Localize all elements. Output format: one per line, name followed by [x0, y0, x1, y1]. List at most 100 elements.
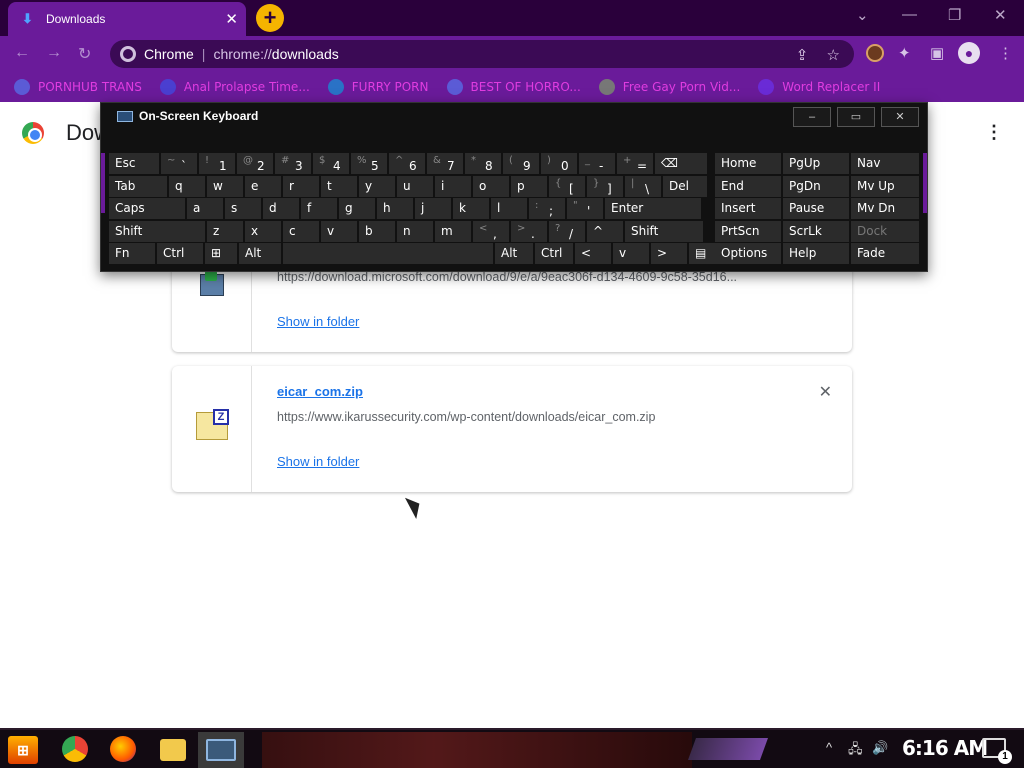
osk-key[interactable]: ~ ` — [161, 153, 197, 174]
osk-key[interactable]: c — [283, 220, 319, 242]
osk-key[interactable]: p — [511, 175, 547, 197]
osk-key[interactable]: Ctrl — [157, 243, 203, 264]
osk-key[interactable]: z — [207, 220, 243, 242]
bookmark-item[interactable]: Word Replacer II — [758, 79, 880, 95]
reload-icon[interactable]: ↻ — [78, 44, 91, 64]
osk-key[interactable]: @2 — [237, 153, 273, 174]
clock[interactable]: 6:16 AM — [902, 736, 988, 760]
osk-key[interactable]: >. — [511, 220, 547, 242]
start-button[interactable]: ⊞ — [8, 736, 38, 764]
osk-key[interactable]: $4 — [313, 153, 349, 174]
osk-key[interactable]: ^ — [587, 220, 623, 242]
osk-key[interactable]: e — [245, 175, 281, 197]
osk-key[interactable]: Fn — [109, 243, 155, 264]
osk-key[interactable]: ? / — [549, 220, 585, 242]
osk-key[interactable]: ^ 6 — [389, 153, 425, 174]
osk-key[interactable]: d — [263, 198, 299, 219]
osk-key[interactable]: Del — [663, 175, 707, 197]
osk-key[interactable]: m — [435, 220, 471, 242]
osk-key[interactable]: r — [283, 175, 319, 197]
osk-key[interactable]: :; — [529, 198, 565, 219]
bookmark-item[interactable]: Free Gay Porn Vid... — [598, 79, 740, 95]
osk-key[interactable]: Enter — [605, 198, 701, 219]
osk-key[interactable]: v — [321, 220, 357, 242]
osk-key[interactable]: k — [453, 198, 489, 219]
osk-key[interactable]: Caps — [109, 198, 185, 219]
osk-key[interactable]: h — [377, 198, 413, 219]
osk-key[interactable]: > — [651, 243, 687, 264]
extensions-puzzle-icon[interactable]: ✦ — [898, 44, 911, 62]
osk-key[interactable]: #3 — [275, 153, 311, 174]
osk-key[interactable]: t — [321, 175, 357, 197]
firefox-taskbar-icon[interactable] — [110, 736, 136, 762]
osk-nav-key[interactable]: Mv Dn — [851, 198, 919, 219]
close-window-icon[interactable]: ✕ — [994, 6, 1007, 24]
osk-nav-key[interactable]: Help — [783, 243, 849, 264]
osk-key[interactable]: j — [415, 198, 451, 219]
osk-key[interactable]: }] — [587, 175, 623, 197]
osk-key[interactable]: (9 — [503, 153, 539, 174]
osk-nav-key[interactable]: Insert — [715, 198, 781, 219]
show-in-folder-link[interactable]: Show in folder — [277, 314, 359, 329]
share-icon[interactable]: ⇪ — [796, 47, 809, 64]
osk-nav-key[interactable]: Mv Up — [851, 175, 919, 197]
minimize-icon[interactable]: — — [902, 6, 917, 23]
osk-key[interactable]: Shift — [109, 220, 205, 242]
profile-icon[interactable]: ● — [958, 42, 980, 64]
notification-icon[interactable]: 1 — [982, 738, 1012, 764]
osk-key[interactable]: ⌫ — [655, 153, 707, 174]
chrome-taskbar-icon[interactable] — [62, 736, 88, 762]
osk-key[interactable]: i — [435, 175, 471, 197]
tab-downloads[interactable]: ⬇ Downloads ✕ — [8, 2, 246, 36]
bookmark-item[interactable]: Anal Prolapse Time... — [159, 79, 310, 95]
osk-key[interactable]: + = — [617, 153, 653, 174]
volume-icon[interactable]: 🔊 — [872, 740, 888, 756]
osk-nav-key[interactable]: Home — [715, 153, 781, 174]
bookmark-item[interactable]: BEST OF HORRO... — [446, 79, 581, 95]
osk-key[interactable]: " ' — [567, 198, 603, 219]
osk-key[interactable]: {[ — [549, 175, 585, 197]
osk-nav-key[interactable]: Fade — [851, 243, 919, 264]
osk-key[interactable]: x — [245, 220, 281, 242]
tray-chevron-icon[interactable]: ^ — [826, 740, 832, 755]
file-explorer-taskbar-icon[interactable] — [160, 739, 186, 761]
osk-key[interactable]: ) 0 — [541, 153, 577, 174]
tab-search-icon[interactable]: ⌄ — [856, 6, 869, 24]
osk-taskbar-icon[interactable] — [206, 739, 236, 761]
osk-nav-key[interactable]: PrtScn — [715, 220, 781, 242]
back-icon[interactable]: ← — [14, 44, 30, 62]
extension-avatar-icon[interactable] — [866, 44, 884, 62]
osk-key[interactable]: w — [207, 175, 243, 197]
bookmark-star-icon[interactable]: ☆ — [827, 47, 840, 64]
osk-close-button[interactable]: ✕ — [881, 107, 919, 127]
osk-key[interactable]: v — [613, 243, 649, 264]
osk-key[interactable]: Shift — [625, 220, 703, 242]
osk-key[interactable]: ! 1 — [199, 153, 235, 174]
remove-download-icon[interactable]: ✕ — [819, 382, 832, 402]
osk-key[interactable]: f — [301, 198, 337, 219]
osk-key[interactable]: Alt — [495, 243, 533, 264]
osk-key[interactable]: n — [397, 220, 433, 242]
bookmark-item[interactable]: FURRY PORN — [327, 79, 429, 95]
bookmark-item[interactable]: PORNHUB TRANS — [14, 79, 142, 95]
osk-key[interactable]: l — [491, 198, 527, 219]
osk-key[interactable]: o — [473, 175, 509, 197]
osk-key[interactable]: y — [359, 175, 395, 197]
osk-nav-key[interactable]: ScrLk — [783, 220, 849, 242]
osk-key[interactable]: s — [225, 198, 261, 219]
page-menu-icon[interactable]: ⋮ — [985, 122, 1003, 143]
osk-key[interactable]: * 8 — [465, 153, 501, 174]
osk-key[interactable]: _ - — [579, 153, 615, 174]
forward-icon[interactable]: → — [46, 44, 62, 62]
osk-key[interactable]: | \ — [625, 175, 661, 197]
osk-key[interactable]: q — [169, 175, 205, 197]
osk-key[interactable]: ⊞ — [205, 243, 237, 264]
download-url[interactable]: https://download.microsoft.com/download/… — [277, 270, 737, 284]
download-url[interactable]: https://www.ikarussecurity.com/wp-conten… — [277, 410, 655, 424]
osk-key[interactable]: Esc — [109, 153, 159, 174]
osk-key[interactable]: b — [359, 220, 395, 242]
osk-key[interactable] — [283, 243, 493, 264]
osk-nav-key[interactable]: Pause — [783, 198, 849, 219]
osk-nav-key[interactable]: Dock — [851, 220, 919, 242]
osk-key[interactable]: Tab — [109, 175, 167, 197]
